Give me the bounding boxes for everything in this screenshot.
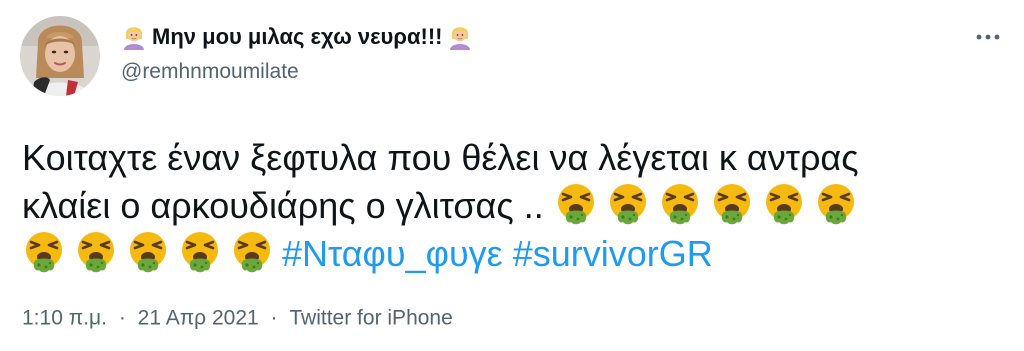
face-vomiting-emoji-icon xyxy=(814,182,858,226)
face-vomiting-emoji-icon xyxy=(762,182,806,226)
tweet-line-2-text: κλαίει ο αρκουδιάρης ο γλιτσας .. xyxy=(22,185,554,226)
tweet-line-1: Κοιταχτε έναν ξεφτυλα που θέλει να λέγετ… xyxy=(22,137,859,178)
tweet-date[interactable]: 21 Απρ 2021 xyxy=(138,306,259,329)
tweet-line-3: #Νταφυ_φυγε #survivorGR xyxy=(22,230,1002,278)
separator-dot: · xyxy=(118,306,126,330)
avatar[interactable] xyxy=(20,16,100,96)
tweet-card: Μην μου μιλας εχω νευρα!!! @remhnmoumila… xyxy=(0,0,1024,351)
face-vomiting-emoji-icon xyxy=(710,182,754,226)
tweet-line-2: κλαίει ο αρκουδιάρης ο γλιτσας .. xyxy=(22,182,1002,230)
person-blond-hair-emoji-icon xyxy=(120,22,148,52)
display-name[interactable]: Μην μου μιλας εχω νευρα!!! xyxy=(152,24,442,50)
face-vomiting-emoji-icon xyxy=(658,182,702,226)
display-name-row[interactable]: Μην μου μιλας εχω νευρα!!! xyxy=(120,20,474,54)
hashtag-link[interactable]: #Νταφυ_φυγε xyxy=(282,233,503,274)
avatar-photo xyxy=(20,16,100,96)
face-vomiting-emoji-icon xyxy=(126,230,170,274)
face-vomiting-emoji-icon xyxy=(178,230,222,274)
tweet-source-link[interactable]: Twitter for iPhone xyxy=(289,306,452,329)
face-vomiting-emoji-icon xyxy=(230,230,274,274)
more-horizontal-icon xyxy=(976,34,1000,40)
face-vomiting-emoji-icon xyxy=(74,230,118,274)
user-handle[interactable]: @remhnmoumilate xyxy=(121,60,299,84)
more-options-button[interactable] xyxy=(968,26,1008,48)
face-vomiting-emoji-icon xyxy=(606,182,650,226)
tweet-time[interactable]: 1:10 π.μ. xyxy=(22,306,107,329)
tweet-text: Κοιταχτε έναν ξεφτυλα που θέλει να λέγετ… xyxy=(22,134,1002,278)
person-blond-hair-emoji-icon xyxy=(446,22,474,52)
face-vomiting-emoji-icon xyxy=(554,182,598,226)
face-vomiting-emoji-icon xyxy=(22,230,66,274)
tweet-metadata: 1:10 π.μ. · 21 Απρ 2021 · Twitter for iP… xyxy=(22,306,453,330)
hashtag-link[interactable]: #survivorGR xyxy=(513,233,713,274)
separator-dot: · xyxy=(270,306,278,330)
